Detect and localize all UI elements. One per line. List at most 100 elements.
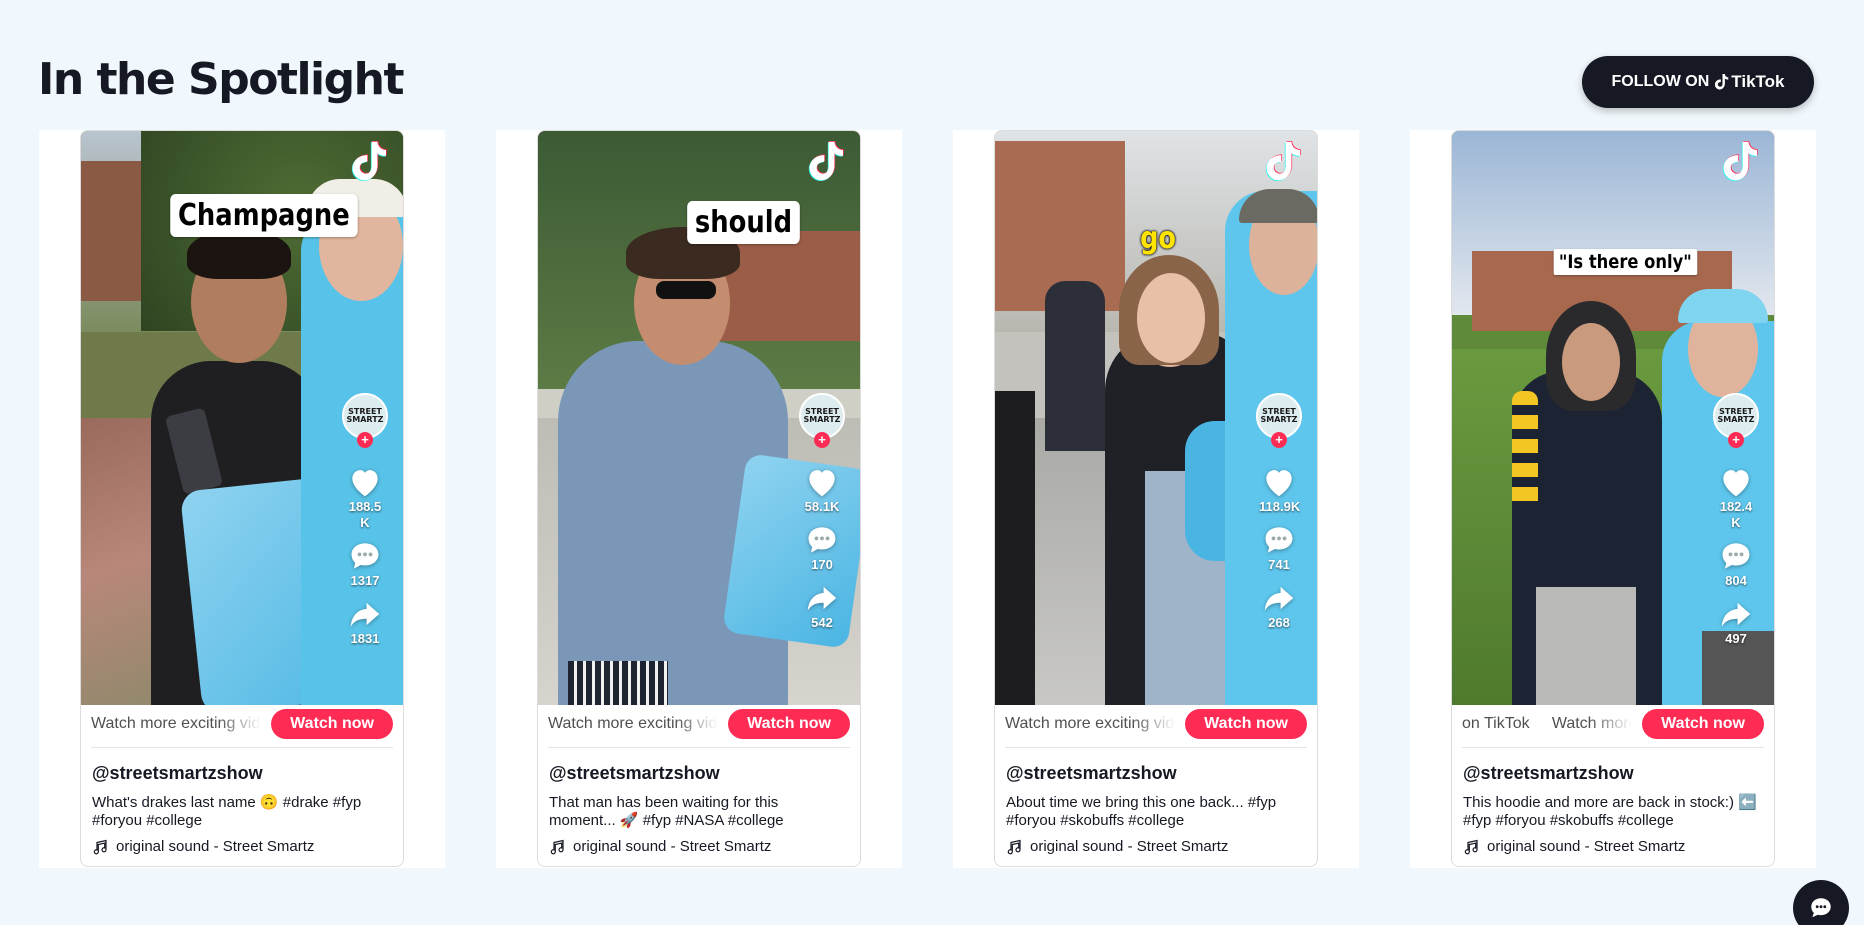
share-count: 1831 [350, 631, 380, 646]
video-description: About time we bring this one back... #fy… [1006, 794, 1277, 829]
heart-icon [1266, 470, 1292, 497]
sound-label: original sound - Street Smartz [1487, 838, 1686, 855]
tiktok-logo-icon [1722, 141, 1758, 181]
sound-row[interactable]: original sound - Street Smartz [92, 838, 392, 855]
follow-plus-icon[interactable]: + [814, 432, 830, 448]
creator-username[interactable]: @streetsmartzshow [1006, 763, 1306, 784]
watch-now-button[interactable]: Watch now [1185, 709, 1307, 739]
video-description: That man has been waiting for this momen… [549, 794, 784, 829]
music-note-icon [1464, 839, 1478, 854]
comment-icon [1722, 543, 1750, 569]
like-action[interactable]: 188.5 K [345, 463, 385, 531]
watch-marquee-text: Watch more exciting videos on TikTok [1005, 715, 1175, 732]
comment-count: 741 [1268, 557, 1290, 572]
comment-action[interactable]: 741 [1259, 521, 1299, 573]
comment-count: 1317 [350, 573, 380, 588]
share-action[interactable]: 1831 [345, 595, 385, 647]
like-count: 58.1K [804, 499, 840, 514]
video-player[interactable]: Champagne STREET SMARTZ + 188.5 K 1317 1 [81, 131, 403, 705]
side-actions: STREET SMARTZ + 188.5 K 1317 1831 [337, 393, 393, 653]
like-count: 182.4 K [1719, 499, 1753, 530]
creator-avatar[interactable]: STREET SMARTZ + [342, 393, 388, 448]
share-icon [350, 602, 380, 627]
divider [1462, 747, 1764, 748]
watch-now-button[interactable]: Watch now [1642, 709, 1764, 739]
video-caption-text: go [1140, 221, 1176, 256]
tiktok-embed-card[interactable]: should STREET SMARTZ + 58.1K 170 542 Wat… [537, 130, 861, 867]
follow-on-tiktok-button[interactable]: FOLLOW ON TikTok [1582, 56, 1814, 108]
watch-marquee-text: Watch more exciting videos on TikTok [548, 715, 718, 732]
share-action[interactable]: 268 [1259, 579, 1299, 631]
side-actions: STREET SMARTZ + 182.4 K 804 497 [1708, 393, 1764, 653]
divider [91, 747, 393, 748]
comment-icon [1265, 527, 1293, 553]
comment-icon [351, 543, 379, 569]
comment-count: 170 [811, 557, 833, 572]
share-icon [1264, 586, 1294, 611]
music-note-icon [1007, 839, 1021, 854]
video-player[interactable]: go STREET SMARTZ + 118.9K 741 268 [995, 131, 1317, 705]
page-title: In the Spotlight [38, 54, 405, 105]
follow-plus-icon[interactable]: + [357, 432, 373, 448]
tiktok-brand: TikTok [1715, 72, 1784, 92]
creator-avatar[interactable]: STREET SMARTZ + [1713, 393, 1759, 448]
like-count: 118.9K [1259, 499, 1301, 514]
side-actions: STREET SMARTZ + 118.9K 741 268 [1251, 393, 1307, 637]
comment-action[interactable]: 170 [802, 521, 842, 573]
sound-label: original sound - Street Smartz [116, 838, 315, 855]
creator-avatar[interactable]: STREET SMARTZ + [1256, 393, 1302, 448]
video-description: What's drakes last name 🙃 #drake #fyp #f… [92, 794, 362, 829]
watch-now-button[interactable]: Watch now [271, 709, 393, 739]
share-count: 268 [1268, 615, 1290, 630]
watch-bar: Watch more exciting videos on TikTok Wat… [81, 705, 403, 743]
creator-avatar[interactable]: STREET SMARTZ + [799, 393, 845, 448]
video-meta: @streetsmartzshow That man has been wait… [549, 757, 849, 855]
creator-username[interactable]: @streetsmartzshow [1463, 763, 1763, 784]
tiktok-logo-icon [1265, 141, 1301, 181]
follow-plus-icon[interactable]: + [1271, 432, 1287, 448]
like-action[interactable]: 182.4 K [1716, 463, 1756, 531]
tiktok-logo-icon [808, 141, 844, 181]
tiktok-embed-card[interactable]: go STREET SMARTZ + 118.9K 741 268 Watch … [994, 130, 1318, 867]
music-note-icon [93, 839, 107, 854]
sound-row[interactable]: original sound - Street Smartz [1006, 838, 1306, 855]
video-meta: @streetsmartzshow About time we bring th… [1006, 757, 1306, 855]
tiktok-brand-label: TikTok [1731, 72, 1785, 91]
tiktok-embed-card[interactable]: Champagne STREET SMARTZ + 188.5 K 1317 1 [80, 130, 404, 867]
video-meta: @streetsmartzshow What's drakes last nam… [92, 757, 392, 855]
sound-row[interactable]: original sound - Street Smartz [1463, 838, 1763, 855]
chat-launcher-button[interactable] [1793, 880, 1849, 925]
like-count: 188.5 K [348, 499, 382, 530]
comment-action[interactable]: 1317 [345, 537, 385, 589]
watch-now-button[interactable]: Watch now [728, 709, 850, 739]
video-caption-sticker: "Is there only" [1553, 249, 1697, 275]
follow-plus-icon[interactable]: + [1728, 432, 1744, 448]
like-action[interactable]: 118.9K [1259, 463, 1301, 515]
like-action[interactable]: 58.1K [802, 463, 842, 515]
comment-count: 804 [1725, 573, 1747, 588]
chat-icon [1811, 898, 1831, 918]
sound-label: original sound - Street Smartz [573, 838, 772, 855]
share-action[interactable]: 497 [1716, 595, 1756, 647]
share-action[interactable]: 542 [802, 579, 842, 631]
watch-bar: Watch more exciting videos on TikTok Wat… [538, 705, 860, 743]
creator-username[interactable]: @streetsmartzshow [92, 763, 392, 784]
card-slot: Champagne STREET SMARTZ + 188.5 K 1317 1 [39, 130, 445, 868]
tiktok-embed-card[interactable]: "Is there only" STREET SMARTZ + 182.4 K … [1451, 130, 1775, 867]
video-caption-sticker: Champagne [170, 194, 358, 237]
heart-icon [809, 470, 835, 497]
sound-label: original sound - Street Smartz [1030, 838, 1229, 855]
watch-marquee-text: on TikTok Watch more [1462, 715, 1632, 732]
video-player[interactable]: should STREET SMARTZ + 58.1K 170 542 [538, 131, 860, 705]
heart-icon [352, 470, 378, 497]
creator-username[interactable]: @streetsmartzshow [549, 763, 849, 784]
comment-action[interactable]: 804 [1716, 537, 1756, 589]
watch-bar: on TikTok Watch more Watch now [1452, 705, 1774, 743]
side-actions: STREET SMARTZ + 58.1K 170 542 [794, 393, 850, 637]
video-caption-sticker: should [687, 201, 800, 244]
sound-row[interactable]: original sound - Street Smartz [549, 838, 849, 855]
card-slot: "Is there only" STREET SMARTZ + 182.4 K … [1410, 130, 1816, 868]
video-description: This hoodie and more are back in stock:)… [1463, 794, 1757, 829]
video-player[interactable]: "Is there only" STREET SMARTZ + 182.4 K … [1452, 131, 1774, 705]
watch-bar: Watch more exciting videos on TikTok Wat… [995, 705, 1317, 743]
